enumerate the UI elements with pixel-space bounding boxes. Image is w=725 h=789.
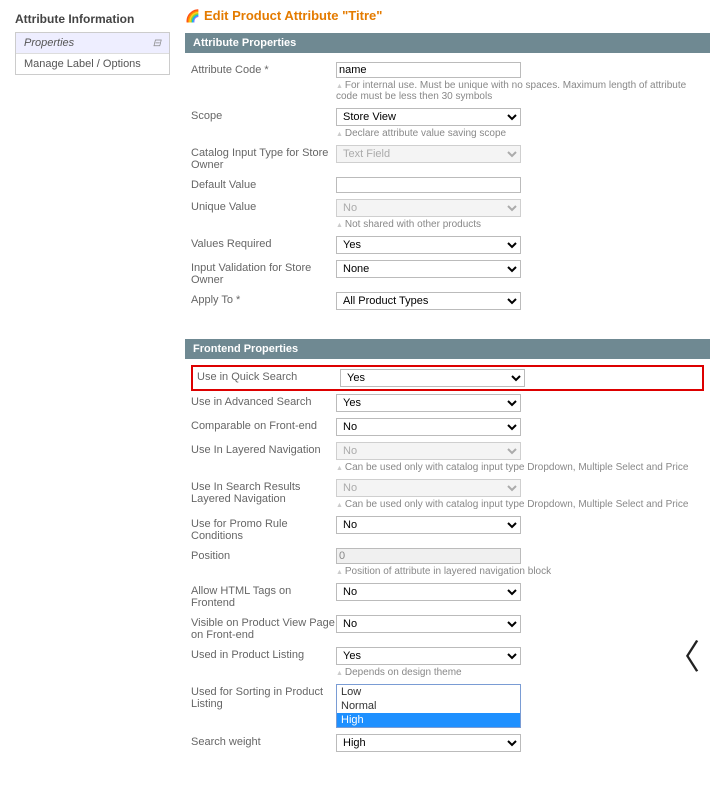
- apply-select[interactable]: All Product Types: [336, 292, 521, 310]
- sidebar-nav: Properties ⊟ Manage Label / Options: [15, 32, 170, 75]
- position-input: [336, 548, 521, 564]
- adv-search-select[interactable]: Yes: [336, 394, 521, 412]
- layered-select: No: [336, 442, 521, 460]
- catalog-input-select: Text Field: [336, 145, 521, 163]
- section-header: Attribute Properties: [185, 33, 710, 53]
- label-search-layered: Use In Search Results Layered Navigation: [191, 479, 336, 505]
- label-used-sorting: Used for Sorting in Product Listing: [191, 684, 336, 710]
- chevron-left-icon[interactable]: 〈: [666, 630, 700, 679]
- label-scope: Scope: [191, 108, 336, 122]
- promo-select[interactable]: No: [336, 516, 521, 534]
- label-adv-search: Use in Advanced Search: [191, 394, 336, 408]
- comparable-select[interactable]: No: [336, 418, 521, 436]
- quick-search-select[interactable]: Yes: [340, 369, 525, 387]
- dropdown-option-normal[interactable]: Normal: [337, 699, 520, 713]
- used-sorting-dropdown-open[interactable]: Low Normal High: [336, 684, 521, 728]
- collapse-icon[interactable]: ⊟: [153, 38, 161, 49]
- main-content: 🌈 Edit Product Attribute "Titre" Attribu…: [185, 8, 710, 781]
- dropdown-option-high[interactable]: High: [337, 713, 520, 727]
- unique-select: No: [336, 199, 521, 217]
- required-select[interactable]: Yes: [336, 236, 521, 254]
- page-title: 🌈 Edit Product Attribute "Titre": [185, 8, 710, 23]
- label-promo: Use for Promo Rule Conditions: [191, 516, 336, 542]
- label-apply: Apply To *: [191, 292, 336, 306]
- hint-layered: Can be used only with catalog input type…: [336, 462, 704, 473]
- used-listing-select[interactable]: Yes: [336, 647, 521, 665]
- label-position: Position: [191, 548, 336, 562]
- validation-select[interactable]: None: [336, 260, 521, 278]
- hint-search-layered: Can be used only with catalog input type…: [336, 499, 704, 510]
- sidebar-item-properties[interactable]: Properties ⊟: [16, 33, 169, 54]
- search-weight-select[interactable]: High: [336, 734, 521, 752]
- hint-position: Position of attribute in layered navigat…: [336, 566, 704, 577]
- dropdown-option-low[interactable]: Low: [337, 685, 520, 699]
- label-allow-html: Allow HTML Tags on Frontend: [191, 583, 336, 609]
- label-visible-pv: Visible on Product View Page on Front-en…: [191, 615, 336, 641]
- label-attribute-code: Attribute Code *: [191, 62, 336, 76]
- visible-pv-select[interactable]: No: [336, 615, 521, 633]
- label-used-listing: Used in Product Listing: [191, 647, 336, 661]
- allow-html-select[interactable]: No: [336, 583, 521, 601]
- default-value-input[interactable]: [336, 177, 521, 193]
- label-comparable: Comparable on Front-end: [191, 418, 336, 432]
- label-default-value: Default Value: [191, 177, 336, 191]
- sidebar-item-manage-label[interactable]: Manage Label / Options: [16, 54, 169, 74]
- sidebar-title: Attribute Information: [15, 8, 170, 32]
- hint-scope: Declare attribute value saving scope: [336, 128, 704, 139]
- hint-attribute-code: For internal use. Must be unique with no…: [336, 80, 704, 102]
- attribute-code-input[interactable]: [336, 62, 521, 78]
- label-search-weight: Search weight: [191, 734, 336, 748]
- sidebar: Attribute Information Properties ⊟ Manag…: [15, 8, 170, 781]
- scope-select[interactable]: Store View: [336, 108, 521, 126]
- label-required: Values Required: [191, 236, 336, 250]
- sidebar-item-label: Properties: [24, 37, 74, 49]
- label-layered: Use In Layered Navigation: [191, 442, 336, 456]
- hint-unique: Not shared with other products: [336, 219, 704, 230]
- label-catalog-input: Catalog Input Type for Store Owner: [191, 145, 336, 171]
- label-quick-search: Use in Quick Search: [195, 369, 340, 383]
- label-unique: Unique Value: [191, 199, 336, 213]
- search-layered-select: No: [336, 479, 521, 497]
- row-quick-search-highlighted: Use in Quick Search Yes: [191, 365, 704, 391]
- section-frontend-properties: Frontend Properties Use in Quick Search …: [185, 339, 710, 761]
- hint-used-listing: Depends on design theme: [336, 667, 704, 678]
- sidebar-item-label: Manage Label / Options: [24, 58, 141, 70]
- rainbow-icon: 🌈: [185, 9, 200, 23]
- label-validation: Input Validation for Store Owner: [191, 260, 336, 286]
- section-attribute-properties: Attribute Properties Attribute Code * Fo…: [185, 33, 710, 319]
- section-header: Frontend Properties: [185, 339, 710, 359]
